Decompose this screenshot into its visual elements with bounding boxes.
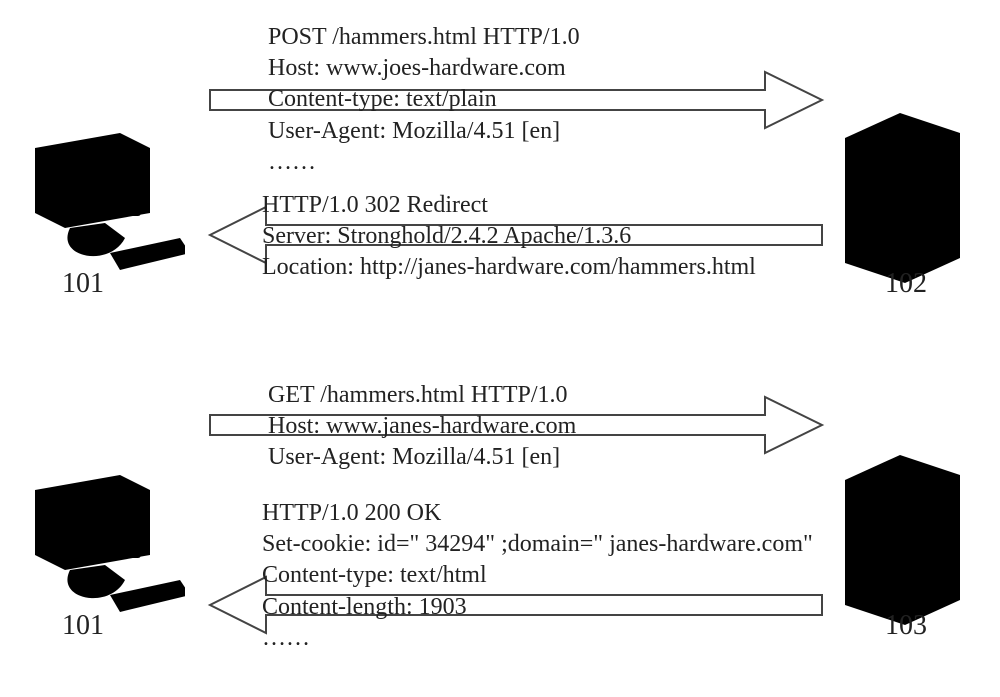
response-text: HTTP/1.0 200 OK Set-cookie: id=" 34294" … [262, 498, 813, 654]
response-line: Content-type: text/html [262, 560, 813, 591]
scene-2: 101 103 GET /hammers.html HTTP/1.0 Host:… [0, 350, 1000, 697]
client-computer-icon [15, 118, 185, 278]
client-label: 101 [62, 268, 104, 300]
server-label: 102 [885, 268, 927, 300]
response-line: Content-length: 1903 [262, 592, 813, 623]
response-text: HTTP/1.0 302 Redirect Server: Stronghold… [262, 190, 756, 284]
request-line: Host: www.joes-hardware.com [268, 53, 580, 84]
server-tower-icon [840, 98, 980, 288]
request-line: GET /hammers.html HTTP/1.0 [268, 380, 576, 411]
response-line: HTTP/1.0 302 Redirect [262, 190, 756, 221]
request-line: POST /hammers.html HTTP/1.0 [268, 22, 580, 53]
request-text: GET /hammers.html HTTP/1.0 Host: www.jan… [268, 380, 576, 474]
request-text: POST /hammers.html HTTP/1.0 Host: www.jo… [268, 22, 580, 178]
request-line: User-Agent: Mozilla/4.51 [en] [268, 116, 580, 147]
request-line: Host: www.janes-hardware.com [268, 411, 576, 442]
request-line: Content-type: text/plain [268, 84, 580, 115]
client-computer-icon [15, 460, 185, 620]
scene-1: 101 102 POST /hammers.html HTTP/1.0 Host… [0, 0, 1000, 350]
response-line: Location: http://janes-hardware.com/hamm… [262, 252, 756, 283]
server-label: 103 [885, 610, 927, 642]
response-line: Set-cookie: id=" 34294" ;domain=" janes-… [262, 529, 813, 560]
server-tower-icon [840, 440, 980, 630]
request-line: …… [268, 147, 580, 178]
response-line: Server: Stronghold/2.4.2 Apache/1.3.6 [262, 221, 756, 252]
response-line: …… [262, 623, 813, 654]
response-line: HTTP/1.0 200 OK [262, 498, 813, 529]
client-label: 101 [62, 610, 104, 642]
request-line: User-Agent: Mozilla/4.51 [en] [268, 442, 576, 473]
